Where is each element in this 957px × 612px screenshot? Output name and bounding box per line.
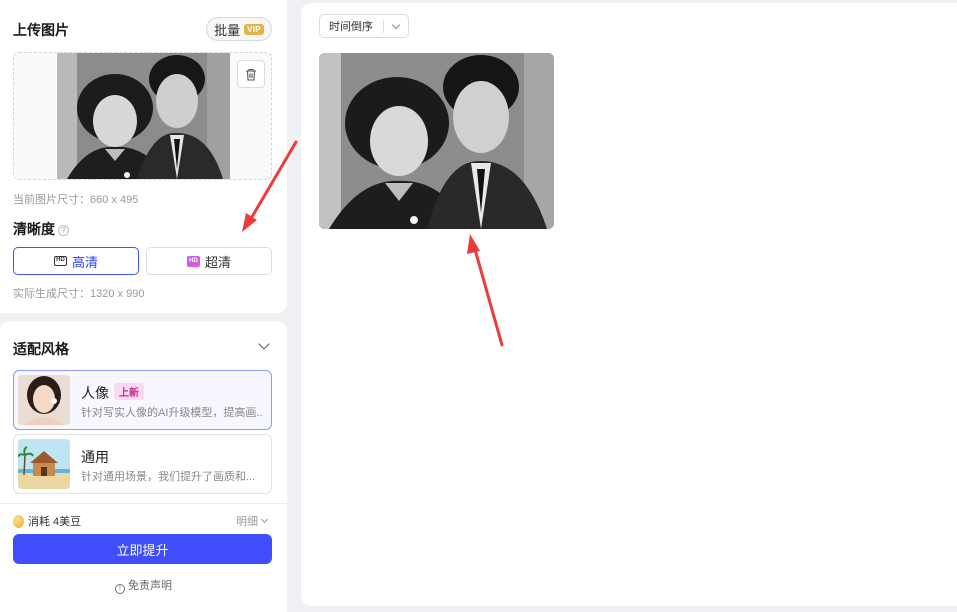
couple-portrait-graphic [319, 53, 554, 229]
uhd-icon: HD [186, 255, 200, 267]
hd-option-button[interactable]: HD 高清 [13, 247, 139, 275]
couple-portrait-graphic [57, 53, 230, 179]
uploaded-photo-thumbnail [57, 53, 230, 179]
chevron-down-icon [391, 20, 401, 30]
style-option-general[interactable]: 通用 针对通用场景，我们提升了画质和... [13, 434, 272, 494]
info-icon: ! [115, 584, 125, 594]
sort-label: 时间倒序 [329, 21, 373, 33]
disclaimer-link[interactable]: ! 免责声明 [0, 577, 287, 594]
clarity-title-text: 清晰度 [13, 221, 55, 237]
hd-label: 高清 [71, 254, 98, 270]
sort-dropdown[interactable]: 时间倒序 [319, 14, 409, 38]
beach-house-graphic [18, 439, 70, 489]
portrait-name: 人像 [81, 385, 109, 401]
result-area: 时间倒序 [301, 3, 957, 606]
clarity-title: 清晰度? [13, 219, 69, 239]
general-style-thumbnail [18, 439, 70, 489]
portrait-face-graphic [18, 375, 70, 425]
hd-icon: HD [53, 256, 67, 266]
detail-link[interactable]: 明细 [236, 513, 269, 529]
style-option-description: 针对写实人像的AI升级模型，提高画... [81, 407, 263, 419]
uhd-label: 超清 [204, 254, 231, 270]
chevron-down-icon [260, 515, 269, 524]
trash-icon [246, 68, 256, 81]
new-badge: 上新 [114, 383, 144, 400]
style-title: 适配风格 [13, 341, 69, 357]
uhd-option-button[interactable]: HD 超清 [146, 247, 272, 275]
help-icon[interactable]: ? [58, 224, 69, 236]
delete-image-button[interactable] [237, 60, 265, 88]
upload-dropzone[interactable] [13, 52, 272, 180]
vip-badge: VIP [244, 23, 264, 35]
batch-label: 批量 [214, 22, 241, 38]
style-option-portrait[interactable]: 人像 上新 针对写实人像的AI升级模型，提高画... [13, 370, 272, 430]
enhance-now-button[interactable]: 立即提升 [13, 534, 272, 564]
portrait-style-thumbnail [18, 375, 70, 425]
output-size: 实际生成尺寸：1320 x 990 [13, 288, 145, 300]
detail-label: 明细 [236, 516, 258, 528]
sort-divider [383, 20, 384, 33]
batch-button[interactable]: 批量 VIP [206, 17, 272, 41]
left-sidebar: 上传图片 批量 VIP 当前图片尺寸：660 x 495 清晰度 ? HD 高清… [0, 0, 287, 612]
current-image-size: 当前图片尺寸：660 x 495 [13, 194, 139, 206]
disclaimer-label: 免责声明 [128, 580, 172, 592]
style-option-description: 针对通用场景，我们提升了画质和... [81, 471, 256, 483]
result-image[interactable] [319, 53, 554, 229]
style-option-name: 人像 上新 [81, 383, 144, 403]
upload-title: 上传图片 [13, 22, 69, 38]
bean-icon [13, 514, 24, 528]
cost-info: 消耗 4美豆 [13, 513, 81, 529]
general-name: 通用 [81, 449, 109, 465]
cost-label: 消耗 4美豆 [28, 516, 82, 528]
